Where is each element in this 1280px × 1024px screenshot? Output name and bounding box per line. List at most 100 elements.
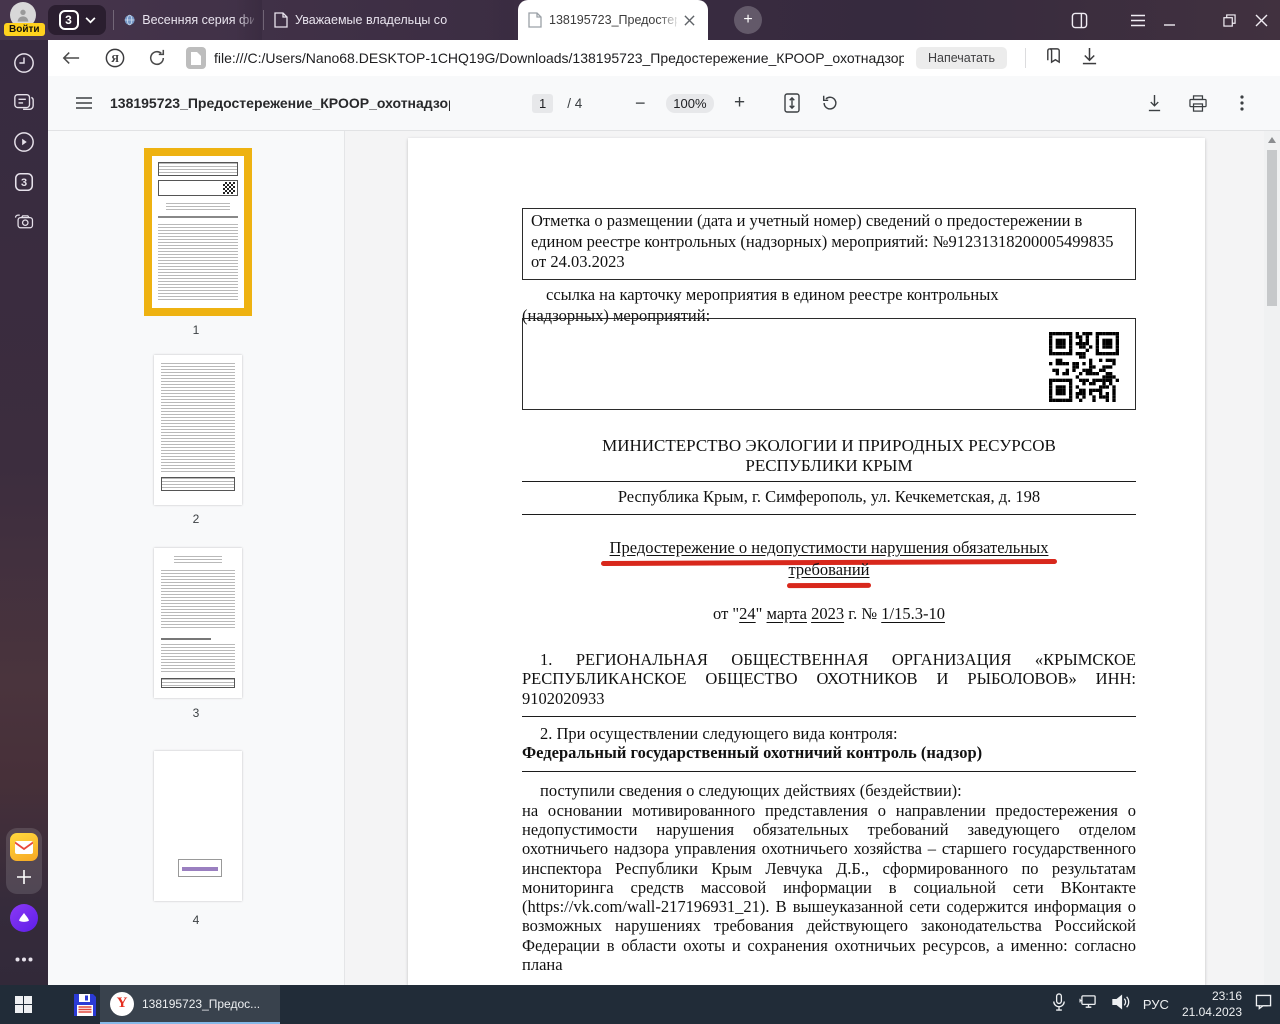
address-toolbar: Я file:///C:/Users/Nano68.DESKTOP-1CHQ19… [48,40,1280,76]
add-panel-icon[interactable] [13,866,35,888]
zoom-level[interactable]: 100% [666,94,713,113]
taskbar-app-button[interactable]: Y 138195723_Предос... [100,985,280,1024]
network-icon[interactable] [1079,994,1098,1015]
time: 23:16 [1182,989,1242,1005]
thumb-decoration [174,556,222,564]
date-part: г. № [844,604,881,623]
tab-counter-button[interactable]: 3 [48,5,106,35]
clock[interactable]: 23:16 21.04.2023 [1182,989,1242,1020]
paragraph-3-body: на основании мотивированного представлен… [522,801,1136,974]
pdf-toolbar: 138195723_Предостережение_КРООР_охотнадз… [48,76,1280,131]
title-line1: Предостережение о недопустимости нарушен… [610,537,1049,559]
date-month: марта [767,604,807,623]
thumbnail-page-1[interactable] [144,148,252,316]
language-indicator[interactable]: РУС [1143,997,1169,1012]
qr-code [1049,332,1119,402]
chevron-down-icon [85,17,96,24]
thumbnail-page-4[interactable] [154,751,242,901]
thumbnail-page-3[interactable] [154,548,242,698]
video-icon[interactable] [13,131,35,153]
pdf-download-icon[interactable] [1142,91,1166,115]
start-button[interactable] [0,985,46,1024]
date-day: 24 [739,604,756,623]
viewer-scrollbar[interactable] [1264,131,1280,985]
minimize-icon[interactable] [1158,9,1180,31]
zoom-in-icon[interactable]: + [728,91,752,115]
screen: Войти 3 Весенняя серия филд трай Уважаем… [0,0,1280,1024]
more-sidebar-icon[interactable] [13,948,35,970]
alice-assistant-icon[interactable] [10,904,38,932]
more-options-icon[interactable] [1230,91,1254,115]
page-number-field[interactable]: 1 [532,94,553,113]
menu-icon[interactable] [1127,9,1149,31]
microphone-icon[interactable] [1052,993,1066,1016]
thumb-qr [223,182,235,194]
file-icon [186,47,206,69]
zoom-out-icon[interactable]: − [628,91,652,115]
paragraph-2: 2. При осуществлении следующего вида кон… [522,724,1136,763]
browser-tab-bar: Войти 3 Весенняя серия филд трай Уважаем… [0,0,1280,40]
tab-separator [263,10,264,30]
feed-icon[interactable] [13,91,35,113]
rule-line [522,514,1136,515]
pdf-viewer: 1 2 3 4 Отметка о разме [48,131,1280,985]
qr-box [522,318,1136,410]
reload-icon[interactable] [142,43,172,73]
thumbnail-page-2[interactable] [154,355,242,505]
downloads-icon[interactable] [1081,47,1098,70]
document-page: Отметка о размещении (дата и учетный ном… [408,138,1205,985]
tabs-panel-icon[interactable]: 3 [13,171,35,193]
toolbar-divider [1025,48,1026,68]
ministry-heading: МИНИСТЕРСТВО ЭКОЛОГИИ И ПРИРОДНЫХ РЕСУРС… [522,436,1136,476]
print-page-button[interactable]: Напечатать [916,47,1007,69]
fit-page-icon[interactable] [780,91,804,115]
date-part: " [756,604,767,623]
pdf-menu-icon[interactable] [72,91,96,115]
date-part: от " [713,604,739,623]
rotate-icon[interactable] [818,91,842,115]
thumb-decoration [161,477,235,491]
windows-taskbar: Y 138195723_Предос... РУС 23:16 21.04.20… [0,985,1280,1024]
thumbnail-label: 2 [48,512,344,526]
thumbnail-label: 3 [48,706,344,720]
thumb-decoration [161,363,235,473]
paragraph-2-line1: 2. При осуществлении следующего вида кон… [522,724,1136,743]
collections-icon[interactable] [1044,46,1063,70]
date: 21.04.2023 [1182,1005,1242,1021]
thumb-decoration [158,216,238,218]
screenshot-icon[interactable] [13,210,35,232]
yandex-icon[interactable]: Я [100,43,130,73]
globe-favicon [124,12,135,28]
thumb-decoration [158,224,238,300]
login-badge[interactable]: Войти [4,23,45,36]
new-tab-button[interactable]: + [734,6,762,34]
side-panel-icon[interactable] [1068,9,1090,31]
address-url[interactable]: file:///C:/Users/Nano68.DESKTOP-1CHQ19G/… [214,50,904,66]
yandex-browser-icon: Y [110,992,134,1016]
paragraph-3-intro: поступили сведения о следующих действиях… [522,782,1136,801]
paragraph-1: 1. РЕГИОНАЛЬНАЯ ОБЩЕСТВЕННАЯ ОРГАНИЗАЦИЯ… [522,650,1136,708]
close-tab-icon[interactable] [684,15,695,26]
history-icon[interactable] [13,52,35,74]
tab-fade [658,0,680,40]
tab-count: 3 [59,10,79,30]
tab-title: Уважаемые владельцы со [295,13,447,27]
action-center-icon[interactable] [1255,994,1272,1015]
scroll-up-arrow[interactable] [1268,137,1276,143]
tab-1[interactable]: Весенняя серия филд трай [116,0,262,40]
date-number: 1/15.3-10 [881,604,945,623]
volume-icon[interactable] [1111,994,1130,1015]
tab-2[interactable]: Уважаемые владельцы со [266,0,514,40]
thumbnail-label: 1 [48,323,344,337]
restore-icon[interactable] [1218,9,1240,31]
close-window-icon[interactable] [1250,9,1272,31]
date-year: 2023 [811,604,844,623]
thumb-decoration [178,859,222,877]
pdf-print-icon[interactable] [1186,91,1210,115]
tab-active[interactable]: 138195723_Предостере [518,0,708,40]
back-icon[interactable] [56,43,86,73]
page-total: / 4 [567,96,582,111]
rule-line [522,716,1136,717]
scrollbar-thumb[interactable] [1267,150,1277,306]
profile-login[interactable]: Войти [4,1,44,39]
